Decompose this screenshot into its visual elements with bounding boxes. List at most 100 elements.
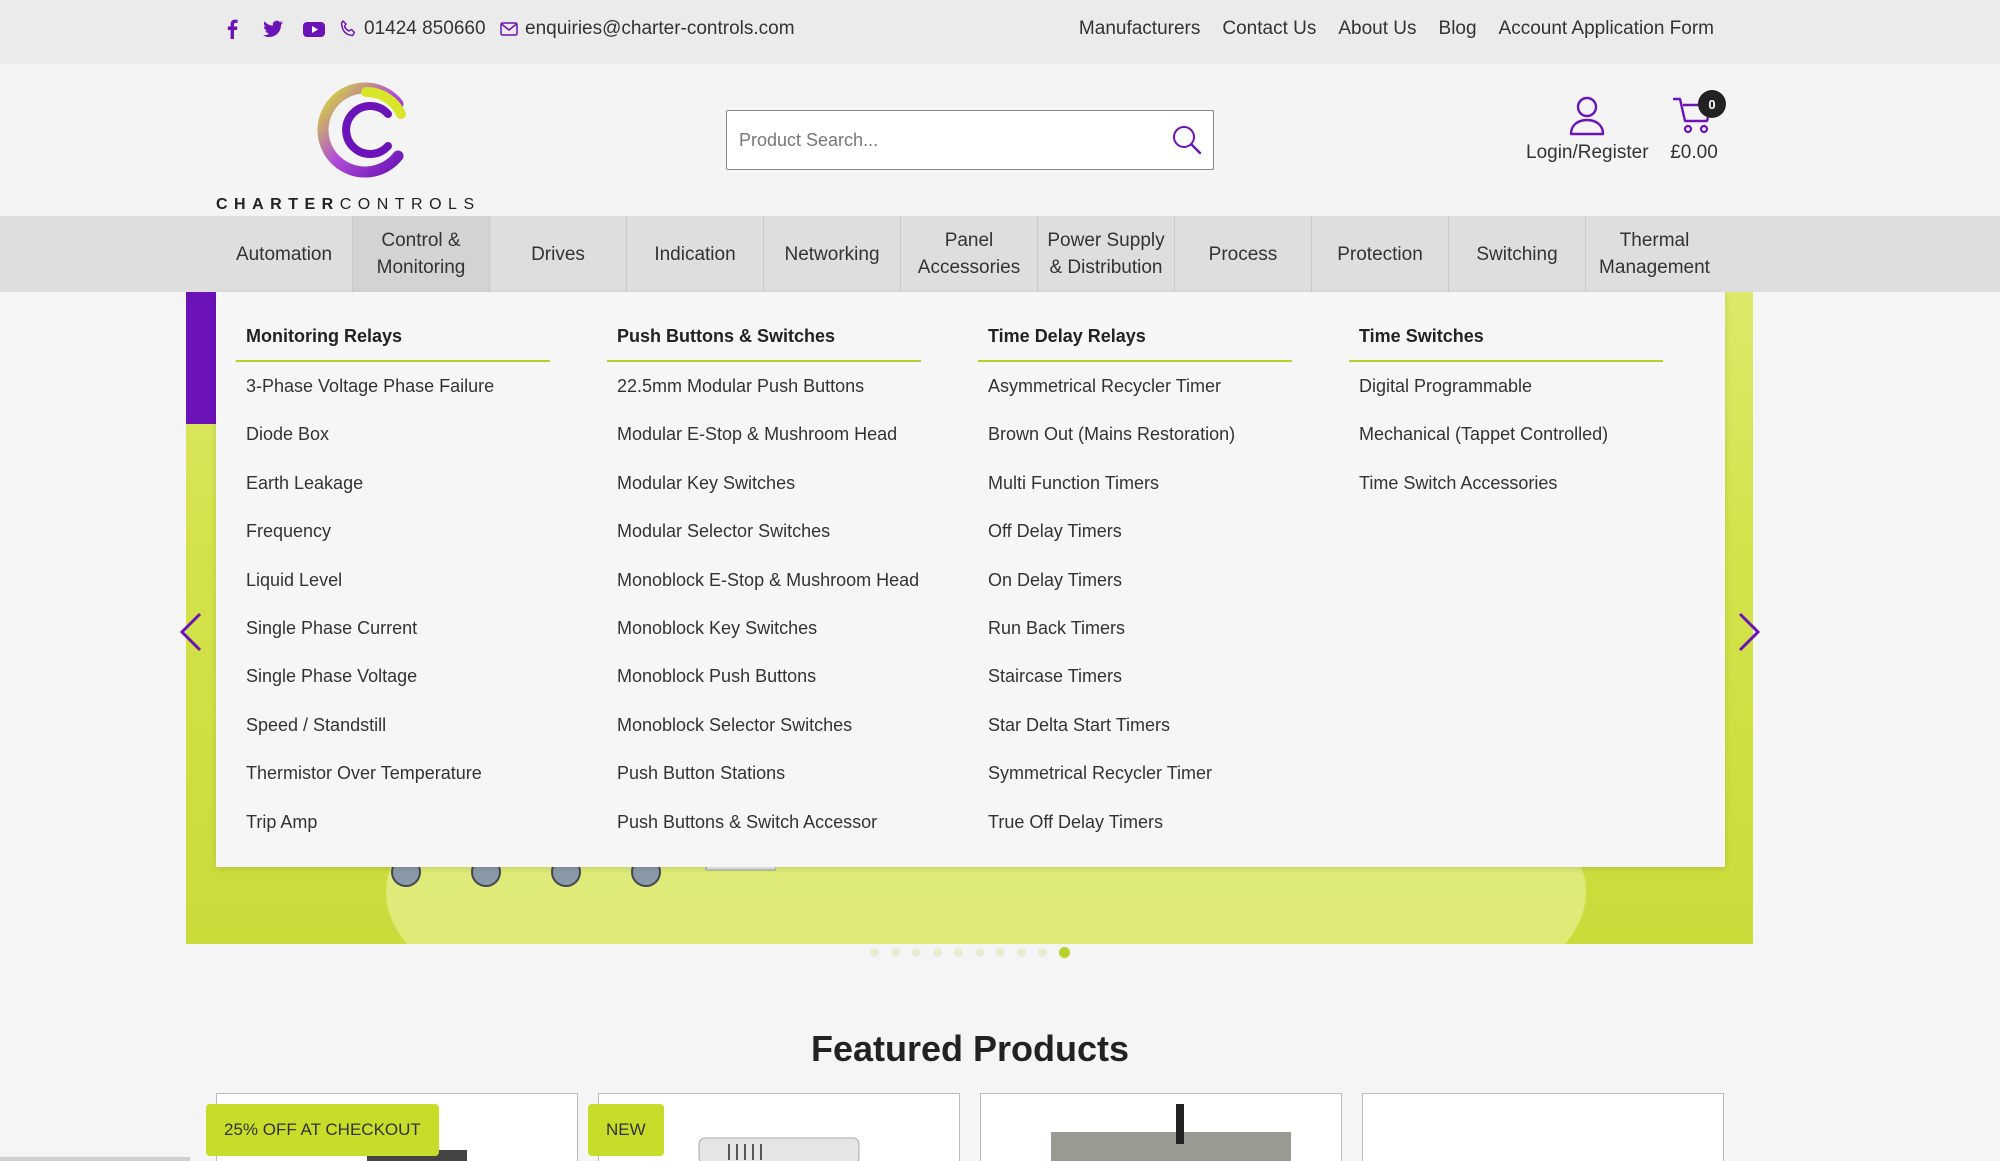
menu-column-time-delay-relays: Time Delay Relays Asymmetrical Recycler … — [958, 292, 1312, 856]
category-switching[interactable]: Switching — [1449, 216, 1586, 292]
slider-dot[interactable] — [933, 948, 942, 957]
menu-item[interactable]: Earth Leakage — [216, 469, 570, 517]
menu-item[interactable]: Monoblock E-Stop & Mushroom Head — [587, 566, 941, 614]
category-power-supply-distribution[interactable]: Power Supply & Distribution — [1038, 216, 1175, 292]
logo-mark-icon — [317, 82, 406, 178]
charter-controls-logo[interactable]: CHARTERCONTROLS — [216, 74, 498, 214]
menu-item[interactable]: Star Delta Start Timers — [958, 711, 1312, 759]
category-automation[interactable]: Automation — [216, 216, 353, 292]
twitter-icon[interactable] — [262, 18, 284, 40]
menu-item[interactable]: Liquid Level — [216, 566, 570, 614]
menu-item[interactable]: Monoblock Push Buttons — [587, 662, 941, 710]
slider-dot[interactable] — [1038, 948, 1047, 957]
category-networking[interactable]: Networking — [764, 216, 901, 292]
menu-item[interactable]: Push Buttons & Switch Accessor — [587, 808, 941, 856]
menu-column-push-buttons: Push Buttons & Switches 22.5mm Modular P… — [587, 292, 941, 856]
top-nav: Manufacturers Contact Us About Us Blog A… — [1079, 18, 1714, 40]
menu-item[interactable]: Modular E-Stop & Mushroom Head — [587, 420, 941, 468]
category-process[interactable]: Process — [1175, 216, 1312, 292]
search-input[interactable] — [739, 121, 1159, 159]
slider-dot[interactable] — [1017, 948, 1026, 957]
menu-item[interactable]: Staircase Timers — [958, 662, 1312, 710]
menu-heading[interactable]: Push Buttons & Switches — [607, 292, 921, 362]
menu-item[interactable]: Speed / Standstill — [216, 711, 570, 759]
envelope-icon — [500, 22, 518, 36]
menu-item[interactable]: Diode Box — [216, 420, 570, 468]
menu-item[interactable]: Off Delay Timers — [958, 517, 1312, 565]
slider-dot[interactable] — [975, 948, 984, 957]
category-nav: Automation Control & Monitoring Drives In… — [0, 216, 2000, 292]
category-thermal-management[interactable]: Thermal Management — [1586, 216, 1723, 292]
slider-dot[interactable] — [870, 948, 879, 957]
user-icon — [1569, 96, 1605, 136]
menu-item[interactable]: Monoblock Key Switches — [587, 614, 941, 662]
logo-wordmark: CHARTERCONTROLS — [216, 196, 481, 213]
category-control-monitoring[interactable]: Control & Monitoring — [353, 216, 490, 292]
phone-number: 01424 850660 — [364, 18, 486, 39]
facebook-icon[interactable] — [222, 18, 244, 40]
phone-icon — [340, 20, 356, 37]
menu-column-monitoring-relays: Monitoring Relays 3-Phase Voltage Phase … — [216, 292, 570, 856]
cart-count-badge: 0 — [1698, 90, 1726, 118]
email-contact[interactable]: enquiries@charter-controls.com — [499, 18, 795, 40]
nav-link-manufacturers[interactable]: Manufacturers — [1079, 18, 1200, 40]
nav-link-blog[interactable]: Blog — [1439, 18, 1477, 40]
menu-item[interactable]: Trip Amp — [216, 808, 570, 856]
category-protection[interactable]: Protection — [1312, 216, 1449, 292]
slider-prev-arrow-icon[interactable] — [176, 610, 206, 654]
menu-item[interactable]: Frequency — [216, 517, 570, 565]
slider-dot[interactable] — [954, 948, 963, 957]
menu-item[interactable]: Asymmetrical Recycler Timer — [958, 372, 1312, 420]
search-icon[interactable] — [1171, 124, 1203, 156]
menu-item[interactable]: Mechanical (Tappet Controlled) — [1329, 420, 1683, 468]
nav-link-contact-us[interactable]: Contact Us — [1222, 18, 1316, 40]
menu-item[interactable]: Time Switch Accessories — [1329, 469, 1683, 517]
menu-item[interactable]: Brown Out (Mains Restoration) — [958, 420, 1312, 468]
social-links — [222, 18, 325, 40]
menu-item[interactable]: Multi Function Timers — [958, 469, 1312, 517]
discount-badge: 25% OFF AT CHECKOUT — [206, 1104, 439, 1156]
menu-item[interactable]: Modular Selector Switches — [587, 517, 941, 565]
product-card[interactable] — [980, 1093, 1342, 1161]
shopping-cart[interactable]: 0 £0.00 — [1660, 90, 1728, 164]
menu-item[interactable]: Single Phase Current — [216, 614, 570, 662]
category-panel-accessories[interactable]: Panel Accessories — [901, 216, 1038, 292]
menu-item[interactable]: Digital Programmable — [1329, 372, 1683, 420]
featured-products-title: Featured Products — [810, 1028, 1130, 1069]
phone-contact[interactable]: 01424 850660 — [338, 18, 486, 40]
slider-dot[interactable] — [996, 948, 1005, 957]
login-register[interactable]: Login/Register — [1526, 94, 1649, 164]
login-register-label: Login/Register — [1526, 142, 1649, 163]
menu-item[interactable]: 22.5mm Modular Push Buttons — [587, 372, 941, 420]
menu-heading[interactable]: Time Switches — [1349, 292, 1663, 362]
menu-item[interactable]: 3-Phase Voltage Phase Failure — [216, 372, 570, 420]
category-drives[interactable]: Drives — [490, 216, 627, 292]
menu-item[interactable]: Thermistor Over Temperature — [216, 759, 570, 807]
cart-total: £0.00 — [1670, 142, 1718, 163]
nav-link-account-application-form[interactable]: Account Application Form — [1499, 18, 1714, 40]
hero-accent-block — [186, 292, 216, 424]
product-card[interactable] — [1362, 1093, 1724, 1161]
top-bar: 01424 850660 enquiries@charter-controls.… — [0, 0, 2000, 64]
menu-item[interactable]: Symmetrical Recycler Timer — [958, 759, 1312, 807]
menu-item[interactable]: Modular Key Switches — [587, 469, 941, 517]
menu-item[interactable]: Single Phase Voltage — [216, 662, 570, 710]
mega-menu-dropdown: Monitoring Relays 3-Phase Voltage Phase … — [216, 292, 1725, 867]
menu-item[interactable]: On Delay Timers — [958, 566, 1312, 614]
menu-column-time-switches: Time Switches Digital Programmable Mecha… — [1329, 292, 1683, 517]
menu-heading[interactable]: Time Delay Relays — [978, 292, 1292, 362]
slider-next-arrow-icon[interactable] — [1734, 610, 1764, 654]
slider-dot-active[interactable] — [1059, 947, 1070, 958]
youtube-icon[interactable] — [302, 18, 325, 40]
slider-dot[interactable] — [912, 948, 921, 957]
menu-heading[interactable]: Monitoring Relays — [236, 292, 550, 362]
menu-item[interactable]: Push Button Stations — [587, 759, 941, 807]
scroll-indicator — [0, 1157, 190, 1161]
nav-link-about-us[interactable]: About Us — [1338, 18, 1416, 40]
product-image — [1051, 1104, 1291, 1161]
category-indication[interactable]: Indication — [627, 216, 764, 292]
menu-item[interactable]: Run Back Timers — [958, 614, 1312, 662]
slider-dot[interactable] — [891, 948, 900, 957]
menu-item[interactable]: Monoblock Selector Switches — [587, 711, 941, 759]
menu-item[interactable]: True Off Delay Timers — [958, 808, 1312, 856]
